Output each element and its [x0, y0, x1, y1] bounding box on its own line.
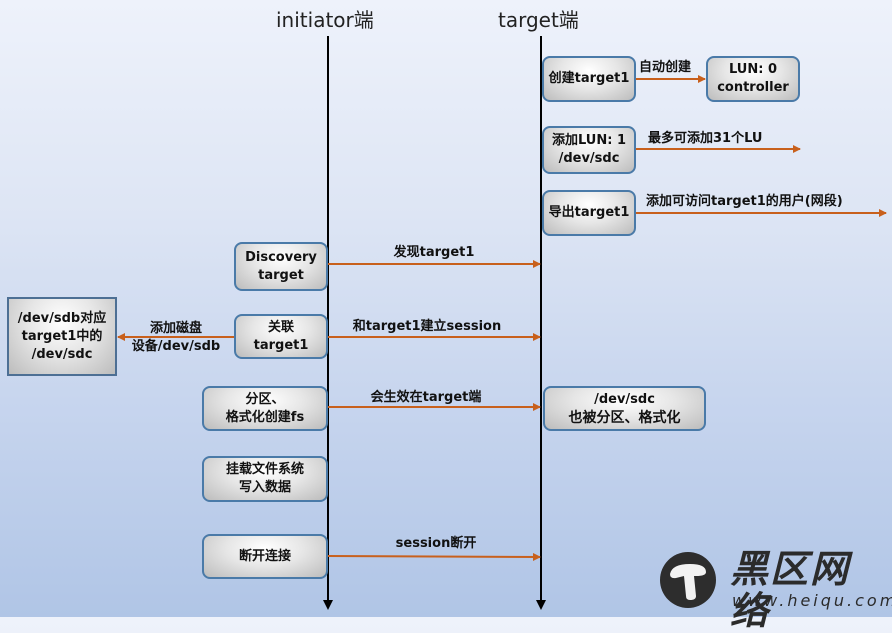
add-lun-box: 添加LUN: 1 /dev/sdc: [542, 126, 636, 174]
discover-message: 发现target1: [393, 245, 475, 260]
target-lifeline-arrowhead: [536, 600, 546, 610]
mushroom-icon: [660, 552, 716, 608]
partition-line-2: 格式化创建fs: [225, 409, 305, 425]
add-disk-label: 添加磁盘 设备/dev/sdb: [132, 320, 220, 356]
create-target-label: 创建target1: [548, 71, 630, 86]
auto-create-label: 自动创建: [639, 60, 692, 75]
arrow-disconnect: [327, 552, 541, 561]
add-lun-line-2: /dev/sdc: [558, 151, 620, 166]
export-users-label: 添加可访问target1的用户(网段): [646, 194, 843, 209]
partition-line-1: 分区、: [245, 391, 285, 407]
watermark-url: www.heiqu.com: [732, 591, 892, 610]
sdb-line-2: target1中的: [21, 328, 103, 344]
lun0-controller-box: LUN: 0 controller: [706, 56, 800, 102]
discovery-box: Discovery target: [234, 242, 328, 291]
add-disk-line-1: 添加磁盘: [149, 321, 203, 336]
add-lun-line-1: 添加LUN: 1: [551, 133, 627, 148]
create-target-box: 创建target1: [542, 56, 636, 102]
max-lun-label: 最多可添加31个LU: [648, 131, 763, 146]
export-target-label: 导出target1: [548, 205, 630, 220]
partition-box: 分区、 格式化创建fs: [202, 386, 328, 431]
watermark-name: 黑区网络: [730, 547, 851, 633]
discovery-line-2: target: [258, 267, 304, 283]
lun0-line-1: LUN: 0: [728, 62, 778, 77]
sdc-partitioned-box: /dev/sdc 也被分区、格式化: [543, 386, 706, 431]
watermark-logo: 黑区网络 www.heiqu.com: [660, 548, 892, 632]
initiator-lifeline-arrowhead: [323, 600, 333, 610]
mount-line-2: 写入数据: [238, 480, 291, 495]
discovery-line-1: Discovery: [245, 249, 317, 265]
session-disconnect-message: session断开: [395, 536, 477, 551]
associate-line-1: 关联: [267, 319, 294, 335]
sdc-line-1: /dev/sdc: [594, 391, 655, 407]
takes-effect-message: 会生效在target端: [370, 390, 482, 405]
disconnect-label: 断开连接: [238, 548, 291, 564]
export-target-box: 导出target1: [542, 190, 636, 236]
sdb-line-3: /dev/sdc: [31, 346, 93, 362]
lun0-line-2: controller: [717, 80, 789, 95]
associate-line-2: target1: [253, 337, 309, 353]
mount-box: 挂载文件系统 写入数据: [202, 456, 328, 502]
disconnect-box: 断开连接: [202, 534, 328, 579]
add-disk-line-2: 设备/dev/sdb: [131, 339, 221, 354]
sdb-line-1: /dev/sdb对应: [17, 310, 107, 326]
sdc-line-2: 也被分区、格式化: [568, 409, 681, 426]
sdb-mapping-box: /dev/sdb对应 target1中的 /dev/sdc: [7, 297, 117, 376]
associate-box: 关联 target1: [234, 314, 328, 359]
session-message: 和target1建立session: [352, 319, 502, 334]
mount-line-1: 挂载文件系统: [225, 462, 304, 477]
